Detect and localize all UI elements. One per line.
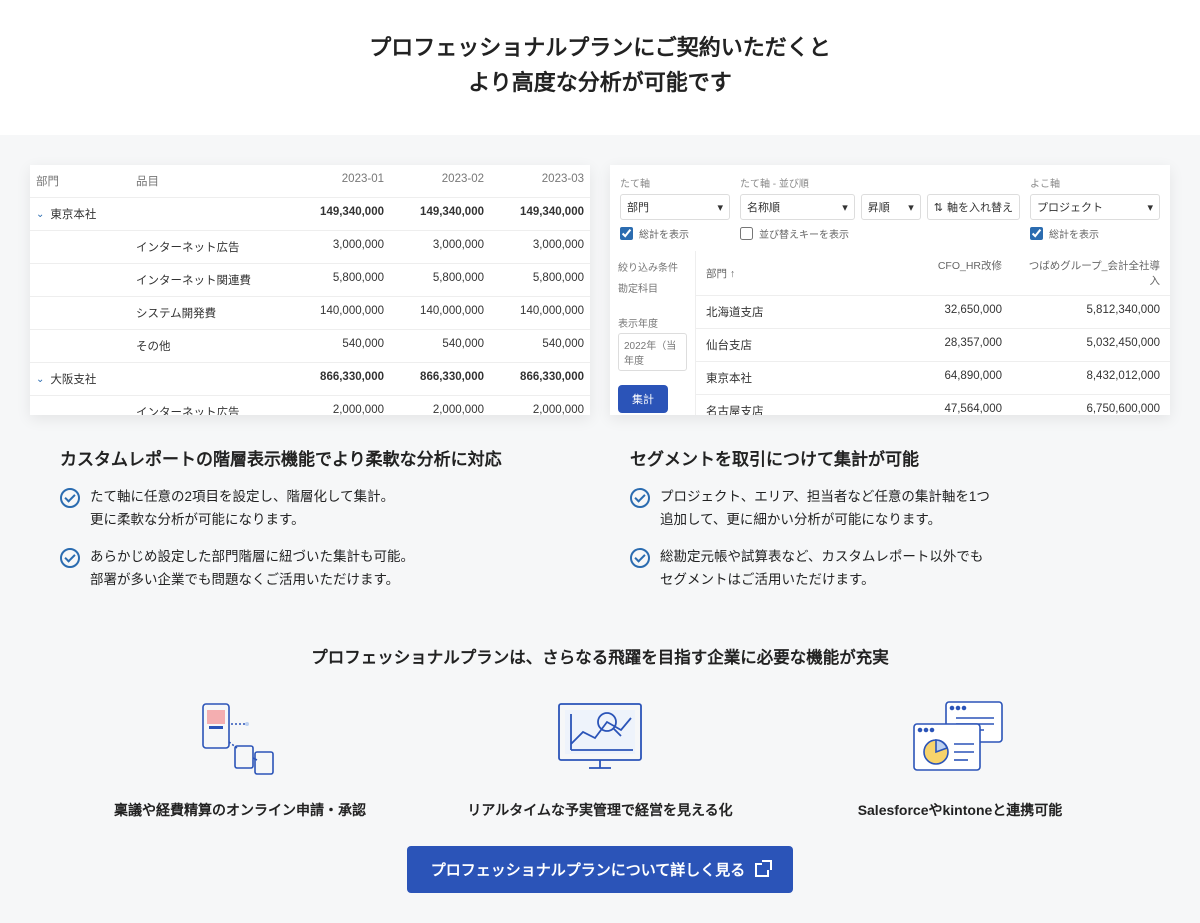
workflow-icon: [60, 692, 420, 784]
tile-budget: リアルタイムな予実管理で経営を見える化: [420, 692, 780, 820]
label-year: 表示年度: [618, 315, 687, 330]
tile-workflow: 稟議や経費精算のオンライン申請・承認: [60, 692, 420, 820]
chk-show-sortkey[interactable]: [740, 227, 753, 240]
table-row: 名古屋支店47,564,0006,750,600,000: [696, 395, 1170, 415]
col-m3: 2023-03: [490, 165, 590, 197]
table-row: 北海道支店32,650,0005,812,340,000: [696, 296, 1170, 329]
table-row: 東京本社64,890,0008,432,012,000: [696, 362, 1170, 395]
label-sort: たて軸 - 並び順: [740, 175, 1020, 190]
chk-total-left[interactable]: [620, 227, 633, 240]
select-year[interactable]: 2022年（当年度: [618, 333, 687, 371]
rt-col-c2: つばめグループ_会計全社導入: [1012, 251, 1170, 295]
integration-icon: [780, 692, 1140, 784]
feature-point: プロジェクト、エリア、担当者など任意の集計軸を1つ 追加して、更に細かい分析が可…: [660, 486, 990, 532]
chevron-down-icon[interactable]: ⌄: [36, 374, 44, 385]
feature-segment: セグメントを取引につけて集計が可能 プロジェクト、エリア、担当者など任意の集計軸…: [630, 445, 1140, 606]
segment-report-preview: たて軸 部門▾ 総計を表示 たて軸 - 並び順 名称順▾ 昇順▾ ⇅軸を入れ替え…: [610, 165, 1170, 415]
check-icon: [60, 548, 80, 568]
check-icon: [60, 488, 80, 508]
swap-axis-button[interactable]: ⇅軸を入れ替え: [927, 194, 1020, 220]
hero-line1: プロフェッショナルプランにご契約いただくと: [0, 30, 1200, 65]
label-tate: たて軸: [620, 175, 730, 190]
tile-caption: リアルタイムな予実管理で経営を見える化: [420, 800, 780, 820]
col-dept: 部門: [30, 165, 130, 197]
feature-title: カスタムレポートの階層表示機能でより柔軟な分析に対応: [60, 445, 570, 470]
select-tate-axis[interactable]: 部門▾: [620, 194, 730, 220]
check-icon: [630, 548, 650, 568]
custom-report-preview: 部門 品目 2023-01 2023-02 2023-03 ⌄東京本社149,3…: [30, 165, 590, 415]
hero-line2: より高度な分析が可能です: [0, 65, 1200, 100]
table-row: インターネット広告2,000,0002,000,0002,000,000: [30, 396, 590, 415]
table-row: ⌄東京本社149,340,000149,340,000149,340,000: [30, 198, 590, 231]
feature-point: あらかじめ設定した部門階層に紐づいた集計も可能。 部署が多い企業でも問題なくご活…: [90, 546, 414, 592]
col-item: 品目: [130, 165, 290, 197]
subheading: プロフェッショナルプランは、さらなる飛躍を目指す企業に必要な機能が充実: [0, 644, 1200, 668]
col-m1: 2023-01: [290, 165, 390, 197]
chevron-down-icon[interactable]: ⌄: [36, 209, 44, 220]
rt-col-dept[interactable]: 部門 ↑: [696, 251, 854, 295]
chart-monitor-icon: [420, 692, 780, 784]
select-sort-key[interactable]: 名称順▾: [740, 194, 855, 220]
cta-label: プロフェッショナルプランについて詳しく見る: [431, 859, 746, 880]
table-row: 仙台支店28,357,0005,032,450,000: [696, 329, 1170, 362]
feature-custom-report: カスタムレポートの階層表示機能でより柔軟な分析に対応 たて軸に任意の2項目を設定…: [60, 445, 570, 606]
label-yoko: よこ軸: [1030, 175, 1160, 190]
col-m2: 2023-02: [390, 165, 490, 197]
label-filter: 絞り込み条件: [618, 259, 687, 274]
external-link-icon: [755, 863, 769, 877]
cta-learn-more[interactable]: プロフェッショナルプランについて詳しく見る: [407, 846, 794, 893]
table-row: システム開発費140,000,000140,000,000140,000,000: [30, 297, 590, 330]
table-row: ⌄大阪支社866,330,000866,330,000866,330,000: [30, 363, 590, 396]
feature-title: セグメントを取引につけて集計が可能: [630, 445, 1140, 470]
tile-caption: Salesforceやkintoneと連携可能: [780, 800, 1140, 820]
hero-heading: プロフェッショナルプランにご契約いただくと より高度な分析が可能です: [0, 0, 1200, 135]
label-account: 勘定科目: [618, 280, 687, 295]
chk-total-right[interactable]: [1030, 227, 1043, 240]
aggregate-button[interactable]: 集計: [618, 385, 668, 413]
rt-col-c1: CFO_HR改修: [854, 251, 1012, 295]
table-row: インターネット関連費5,800,0005,800,0005,800,000: [30, 264, 590, 297]
select-sort-order[interactable]: 昇順▾: [861, 194, 921, 220]
feature-point: たて軸に任意の2項目を設定し、階層化して集計。 更に柔軟な分析が可能になります。: [90, 486, 394, 532]
table-row: インターネット広告3,000,0003,000,0003,000,000: [30, 231, 590, 264]
tile-caption: 稟議や経費精算のオンライン申請・承認: [60, 800, 420, 820]
table-row: その他540,000540,000540,000: [30, 330, 590, 363]
check-icon: [630, 488, 650, 508]
select-yoko-axis[interactable]: プロジェクト▾: [1030, 194, 1160, 220]
tile-integration: Salesforceやkintoneと連携可能: [780, 692, 1140, 820]
feature-point: 総勘定元帳や試算表など、カスタムレポート以外でも セグメントはご活用いただけます…: [660, 546, 983, 592]
